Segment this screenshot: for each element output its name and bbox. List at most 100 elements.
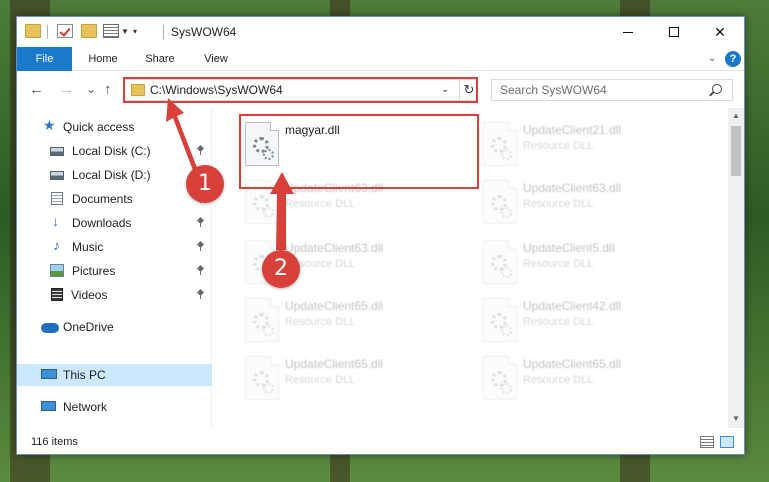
file-type: Resource DLL xyxy=(523,374,594,386)
sidebar-item-documents[interactable]: Documents xyxy=(17,188,212,210)
sidebar-item-label: Pictures xyxy=(72,264,116,278)
vertical-scrollbar[interactable]: ▲ ▼ xyxy=(728,108,744,428)
help-icon[interactable]: ? xyxy=(725,51,741,67)
file-name: UpdateClient65.dll xyxy=(523,357,622,371)
recent-locations-button[interactable]: ⌄ xyxy=(86,82,96,96)
back-button[interactable]: ← xyxy=(29,81,44,98)
folder-icon xyxy=(25,24,41,38)
forward-button[interactable]: → xyxy=(59,81,74,98)
file-item[interactable]: UpdateClient65.dll Resource DLL xyxy=(237,352,477,404)
scroll-thumb[interactable] xyxy=(731,126,741,176)
music-icon: ♪ xyxy=(53,237,60,253)
file-type: Resource DLL xyxy=(285,198,356,210)
chevron-down-icon[interactable]: ▼ xyxy=(121,27,129,36)
gear-icon xyxy=(501,149,512,160)
file-name: UpdateClient65.dll xyxy=(285,299,384,313)
download-icon: ↓ xyxy=(52,213,59,229)
file-name: UpdateClient63.dll xyxy=(523,181,622,195)
title-divider xyxy=(47,25,48,39)
sidebar-item-onedrive[interactable]: OneDrive xyxy=(17,316,212,338)
drive-icon xyxy=(50,171,64,180)
maximize-button[interactable] xyxy=(651,17,697,47)
gear-icon xyxy=(501,207,512,218)
sidebar-item-label: OneDrive xyxy=(63,320,114,334)
dll-file-icon xyxy=(245,356,279,400)
close-button[interactable]: ✕ xyxy=(697,17,743,47)
scroll-down-icon[interactable]: ▼ xyxy=(732,414,740,423)
minimize-button[interactable] xyxy=(605,17,651,47)
properties-icon[interactable] xyxy=(103,24,119,38)
dll-file-icon xyxy=(245,298,279,342)
scroll-up-icon[interactable]: ▲ xyxy=(732,111,740,120)
minimize-icon xyxy=(623,31,633,33)
window-title: SysWOW64 xyxy=(171,25,237,39)
file-name: UpdateClient42.dll xyxy=(523,299,622,313)
network-icon xyxy=(41,401,56,411)
properties-check-icon[interactable] xyxy=(57,24,73,38)
chevron-down-icon[interactable]: ⌄ xyxy=(708,53,716,64)
file-item[interactable]: UpdateClient42.dll Resource DLL xyxy=(475,294,715,346)
pin-icon[interactable] xyxy=(197,290,204,299)
tiles-view-icon[interactable] xyxy=(720,436,734,448)
videos-icon xyxy=(51,288,63,301)
sidebar-item-network[interactable]: Network xyxy=(17,396,212,418)
gear-icon xyxy=(263,325,274,336)
tab-view[interactable]: View xyxy=(191,47,241,71)
computer-icon xyxy=(41,369,57,379)
sidebar-item-label: Documents xyxy=(72,192,133,206)
search-box[interactable]: Search SysWOW64 xyxy=(491,79,733,101)
pin-icon[interactable] xyxy=(197,242,204,251)
file-type: Resource DLL xyxy=(523,316,594,328)
sidebar-item-pictures[interactable]: Pictures xyxy=(17,260,212,282)
gear-icon xyxy=(501,267,512,278)
pictures-icon xyxy=(50,264,64,277)
drive-icon xyxy=(50,147,64,156)
gear-icon xyxy=(501,325,512,336)
step-2-badge: 2 xyxy=(262,250,300,288)
sidebar-item-music[interactable]: ♪ Music xyxy=(17,236,212,258)
sidebar-item-label: Local Disk (D:) xyxy=(72,168,151,182)
file-name: UpdateClient21.dll xyxy=(523,123,622,137)
file-type: Resource DLL xyxy=(523,140,594,152)
pin-icon[interactable] xyxy=(197,266,204,275)
file-item[interactable]: UpdateClient65.dll Resource DLL xyxy=(475,352,715,404)
star-icon: ★ xyxy=(43,117,56,133)
file-item[interactable]: UpdateClient65.dll Resource DLL xyxy=(237,294,477,346)
tab-share[interactable]: Share xyxy=(135,47,185,71)
sidebar-item-local-disk-c[interactable]: Local Disk (C:) xyxy=(17,140,212,162)
sidebar-item-label: Network xyxy=(63,400,108,414)
file-type: Resource DLL xyxy=(523,258,594,270)
dll-file-icon xyxy=(483,180,517,224)
file-type: Resource DLL xyxy=(523,198,594,210)
new-folder-icon[interactable] xyxy=(81,24,97,38)
file-item[interactable]: UpdateClient21.dll Resource DLL xyxy=(475,118,715,170)
sidebar-item-this-pc[interactable]: This PC xyxy=(17,364,212,386)
search-icon[interactable] xyxy=(712,84,722,94)
sidebar-item-local-disk-d[interactable]: Local Disk (D:) xyxy=(17,164,212,186)
sidebar-item-quick-access[interactable]: ★ Quick access xyxy=(17,116,212,138)
tab-file[interactable]: File xyxy=(17,47,72,71)
search-input[interactable]: Search SysWOW64 xyxy=(500,83,607,97)
details-view-icon[interactable] xyxy=(700,436,714,448)
close-icon: ✕ xyxy=(714,23,726,40)
documents-icon xyxy=(51,192,63,205)
file-type: Resource DLL xyxy=(285,316,356,328)
file-item[interactable]: UpdateClient5.dll Resource DLL xyxy=(475,236,715,288)
dll-file-icon xyxy=(483,298,517,342)
up-button[interactable]: ↑ xyxy=(104,81,112,98)
sidebar-item-label: This PC xyxy=(63,368,106,382)
sidebar-item-videos[interactable]: Videos xyxy=(17,284,212,306)
file-name: UpdateClient65.dll xyxy=(285,357,384,371)
pin-icon[interactable] xyxy=(197,218,204,227)
step-1-badge: 1 xyxy=(186,165,224,203)
item-count: 116 items xyxy=(31,436,78,448)
tab-home[interactable]: Home xyxy=(78,47,128,71)
pin-icon[interactable] xyxy=(197,146,204,155)
cloud-icon xyxy=(41,323,59,333)
address-bar-row: ← → ⌄ ↑ C:\Windows\SysWOW64 ⌄ ↻ Search S… xyxy=(17,72,744,108)
sidebar-item-downloads[interactable]: ↓ Downloads xyxy=(17,212,212,234)
file-item[interactable]: UpdateClient63.dll Resource DLL xyxy=(475,176,715,228)
customize-toolbar-icon[interactable]: ▾ xyxy=(133,27,137,36)
sidebar-item-label: Videos xyxy=(71,288,108,302)
title-divider xyxy=(163,25,164,39)
